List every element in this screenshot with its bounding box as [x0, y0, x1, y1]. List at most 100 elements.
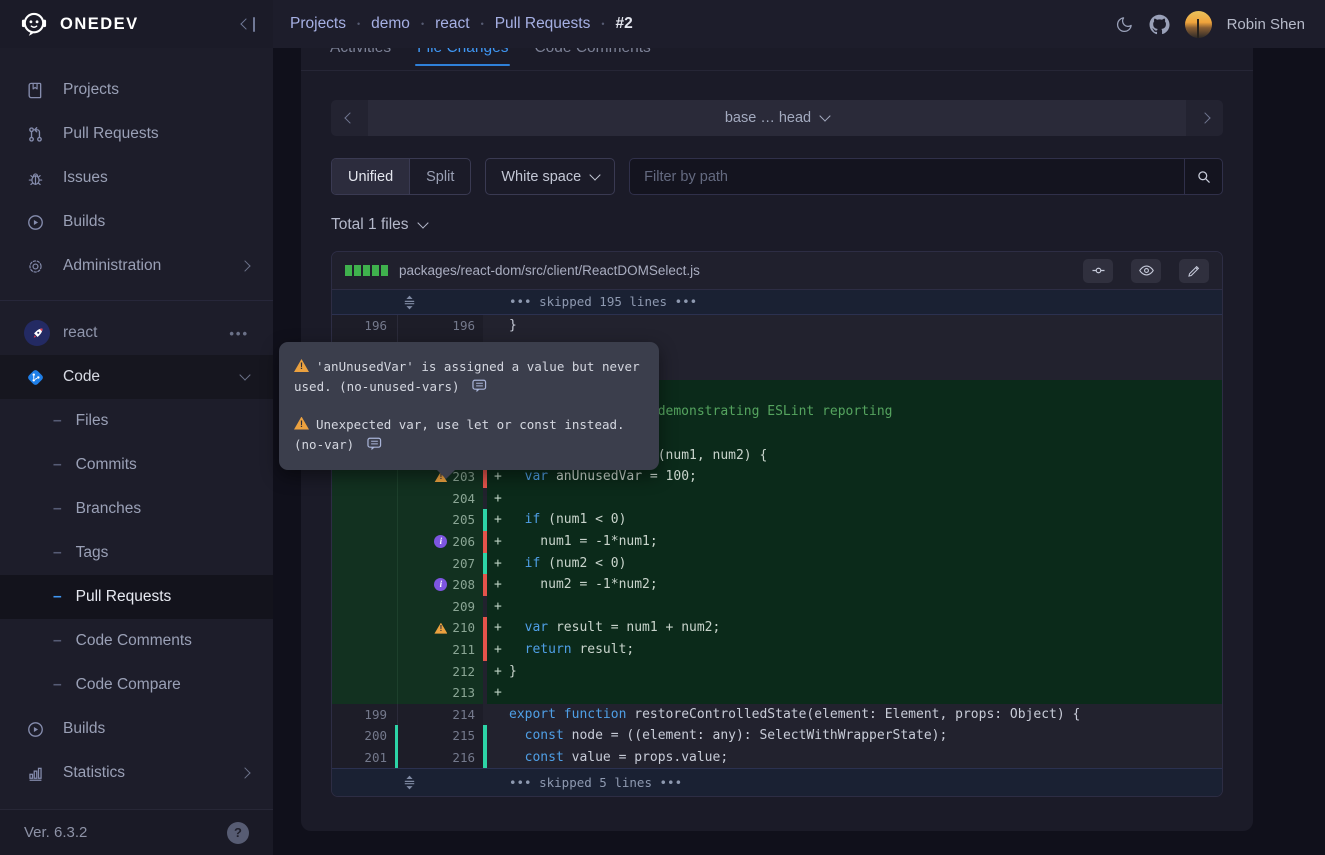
prev-commit-button[interactable] [331, 100, 368, 136]
line-number-value: 210 [452, 617, 475, 639]
chevron-down-icon [241, 375, 249, 379]
base-head-selector[interactable]: base … head [368, 100, 1186, 136]
chevron-right-icon [241, 769, 249, 777]
book-icon [24, 79, 46, 101]
pull-request-icon [24, 123, 46, 145]
whitespace-dropdown[interactable]: White space [485, 158, 615, 195]
breadcrumb-demo[interactable]: demo [371, 15, 410, 33]
tab-activities[interactable]: Activities [330, 48, 391, 70]
old-line-number [332, 553, 398, 575]
expand-lines-button[interactable] [332, 769, 487, 796]
code-line[interactable]: + [487, 488, 1222, 510]
chevron-right-icon [1199, 112, 1210, 123]
warning-icon[interactable] [434, 623, 447, 634]
tab-file-changes[interactable]: File Changes [417, 48, 508, 70]
code-line[interactable]: + [487, 682, 1222, 704]
new-line-number: 216 [398, 747, 483, 769]
sidebar-item-code-compare[interactable]: –Code Compare [0, 663, 273, 707]
code-token: } [509, 318, 517, 333]
search-button[interactable] [1184, 159, 1222, 194]
code-line[interactable]: const value = props.value; [487, 747, 1222, 769]
diff-marker: + [494, 682, 509, 704]
comment-bubble-icon[interactable] [367, 437, 382, 451]
dash-icon: – [53, 588, 62, 606]
view-file-button[interactable] [1131, 259, 1161, 283]
sidebar-item-builds[interactable]: Builds [0, 707, 273, 751]
code-line[interactable]: + [487, 596, 1222, 618]
tab-label: File Changes [417, 48, 508, 57]
sidebar-item-commits[interactable]: –Commits [0, 443, 273, 487]
sidebar-item-pull-requests[interactable]: Pull Requests [0, 112, 273, 156]
sidebar-item-builds[interactable]: Builds [0, 200, 273, 244]
code-line[interactable]: + if (num2 < 0) [487, 553, 1222, 575]
line-number-value: 206 [452, 531, 475, 553]
sidebar-collapse-button[interactable] [242, 17, 256, 32]
sidebar-item-issues[interactable]: Issues [0, 156, 273, 200]
avatar[interactable] [1185, 11, 1212, 38]
total-files[interactable]: Total 1 files [331, 216, 1223, 234]
code-icon [24, 366, 46, 388]
code-line[interactable]: } [487, 315, 1222, 337]
user-name[interactable]: Robin Shen [1227, 16, 1305, 33]
code-line[interactable]: + num2 = -1*num2; [487, 574, 1222, 596]
expand-lines-button[interactable] [332, 290, 487, 314]
comment-range-bar [395, 725, 399, 747]
github-icon[interactable] [1149, 14, 1170, 35]
breadcrumb-projects[interactable]: Projects [290, 15, 346, 33]
sidebar-item-projects[interactable]: Projects [0, 68, 273, 112]
sidebar-item-files[interactable]: –Files [0, 399, 273, 443]
more-icon[interactable]: ••• [229, 326, 249, 341]
onedev-logo-icon[interactable] [20, 10, 48, 38]
diff-marker: + [494, 639, 509, 661]
commit-option-button[interactable] [1083, 259, 1113, 283]
diff-marker: + [494, 509, 509, 531]
info-icon[interactable]: i [434, 535, 447, 548]
old-line-number [332, 639, 398, 661]
code-line[interactable]: + num1 = -1*num1; [487, 531, 1222, 553]
diff-row: 207+ if (num2 < 0) [332, 553, 1222, 575]
diff-marker: + [494, 617, 509, 639]
edit-file-button[interactable] [1179, 259, 1209, 283]
comment-range-bar [395, 747, 399, 769]
whitespace-label: White space [501, 169, 581, 185]
tab-code-comments[interactable]: Code Comments [534, 48, 650, 70]
breadcrumb-react[interactable]: react [435, 15, 469, 33]
diff-row: 199214 export function restoreControlled… [332, 704, 1222, 726]
code-line[interactable]: + if (num1 < 0) [487, 509, 1222, 531]
comment-bubble-icon[interactable] [472, 379, 487, 393]
sidebar-item-administration[interactable]: Administration [0, 244, 273, 288]
path-filter-input[interactable] [630, 159, 1184, 194]
stat-block [363, 265, 370, 276]
code-line[interactable]: + return result; [487, 639, 1222, 661]
dark-mode-toggle-icon[interactable] [1115, 15, 1134, 34]
code-line[interactable]: const node = ((element: any): SelectWith… [487, 725, 1222, 747]
breadcrumb-pull-requests[interactable]: Pull Requests [495, 15, 591, 33]
sidebar-project-react[interactable]: react ••• [0, 311, 273, 355]
sidebar-header: ONEDEV [0, 0, 273, 48]
code-line[interactable]: export function restoreControlledState(e… [487, 704, 1222, 726]
sidebar-item-pull-requests[interactable]: –Pull Requests [0, 575, 273, 619]
info-icon[interactable]: i [434, 578, 447, 591]
search-icon [1195, 168, 1212, 185]
chevron-down-icon [589, 169, 600, 180]
sidebar-item-code-comments[interactable]: –Code Comments [0, 619, 273, 663]
sidebar-item-statistics[interactable]: Statistics [0, 751, 273, 795]
sidebar-item-label: Code Compare [76, 676, 181, 694]
code-token: result = num1 + num2; [548, 620, 720, 635]
line-number-value: 214 [452, 704, 475, 726]
stat-block [345, 265, 352, 276]
help-button[interactable]: ? [227, 822, 249, 844]
old-line-number [332, 596, 398, 618]
unified-button[interactable]: Unified [332, 159, 410, 194]
sidebar-item-tags[interactable]: –Tags [0, 531, 273, 575]
code-line[interactable]: + var result = num1 + num2; [487, 617, 1222, 639]
sidebar-item-branches[interactable]: –Branches [0, 487, 273, 531]
new-line-number: i 206 [398, 531, 483, 553]
sidebar-item-code[interactable]: Code [0, 355, 273, 399]
new-line-number: 215 [398, 725, 483, 747]
next-commit-button[interactable] [1186, 100, 1223, 136]
split-button[interactable]: Split [410, 159, 470, 194]
file-path[interactable]: packages/react-dom/src/client/ReactDOMSe… [399, 263, 1065, 278]
dash-icon: – [53, 500, 62, 518]
code-line[interactable]: +} [487, 661, 1222, 683]
